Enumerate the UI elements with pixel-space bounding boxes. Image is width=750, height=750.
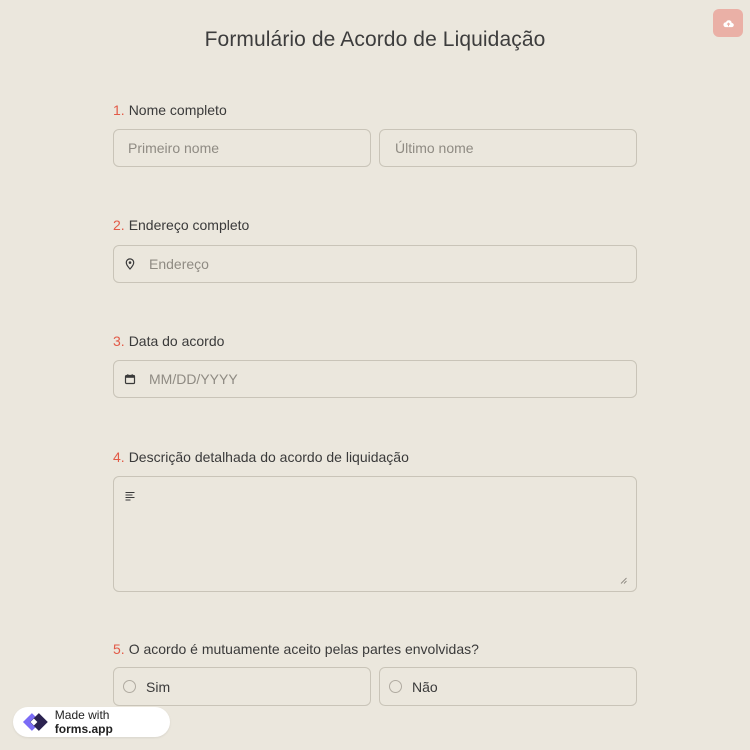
- question-number: 5.: [113, 641, 125, 657]
- resize-handle-icon[interactable]: [620, 577, 627, 584]
- cloud-upload-icon: [722, 19, 734, 27]
- last-name-input[interactable]: [395, 140, 636, 156]
- forms-app-logo-icon: [22, 713, 48, 731]
- address-input[interactable]: [149, 256, 636, 272]
- question-label: 2. Endereço completo: [113, 217, 637, 233]
- upload-button[interactable]: [713, 9, 743, 37]
- badge-text: Made with forms.app: [55, 708, 170, 736]
- location-pin-icon: [125, 258, 135, 270]
- calendar-icon: [124, 374, 136, 385]
- radio-option-sim[interactable]: Sim: [113, 667, 371, 706]
- first-name-field[interactable]: [113, 129, 371, 167]
- badge-brand: forms.app: [54, 722, 113, 736]
- question-full-name: 1. Nome completo: [113, 102, 637, 118]
- question-date: 3. Data do acordo: [113, 333, 637, 349]
- radio-circle[interactable]: [123, 680, 136, 693]
- question-number: 1.: [113, 102, 125, 118]
- made-with-badge[interactable]: Made with forms.app: [13, 707, 170, 737]
- question-text: Descrição detalhada do acordo de liquida…: [128, 449, 409, 465]
- question-number: 2.: [113, 217, 125, 233]
- question-number: 4.: [113, 449, 125, 465]
- question-text: O acordo é mutuamente aceito pelas parte…: [128, 641, 479, 657]
- radio-label: Não: [412, 678, 438, 695]
- question-address: 2. Endereço completo: [113, 217, 637, 233]
- date-input[interactable]: [149, 371, 636, 387]
- badge-prefix: Made with: [54, 708, 110, 722]
- description-textarea[interactable]: [113, 476, 637, 592]
- question-text: Endereço completo: [128, 217, 250, 233]
- question-text: Data do acordo: [128, 333, 225, 349]
- radio-label: Sim: [146, 678, 171, 695]
- question-description: 4. Descrição detalhada do acordo de liqu…: [113, 449, 637, 465]
- text-lines-icon: [125, 491, 135, 501]
- question-text: Nome completo: [128, 102, 227, 118]
- question-label: 4. Descrição detalhada do acordo de liqu…: [113, 449, 637, 465]
- page-title: Formulário de Acordo de Liquidação: [204, 28, 546, 51]
- radio-circle[interactable]: [389, 680, 402, 693]
- last-name-field[interactable]: [379, 129, 637, 167]
- first-name-input[interactable]: [128, 140, 370, 156]
- radio-option-nao[interactable]: Não: [379, 667, 637, 706]
- question-label: 3. Data do acordo: [113, 333, 637, 349]
- question-number: 3.: [113, 333, 125, 349]
- question-label: 1. Nome completo: [113, 102, 637, 118]
- address-field[interactable]: [113, 245, 637, 283]
- question-mutual-agreement: 5. O acordo é mutuamente aceito pelas pa…: [113, 641, 637, 657]
- date-field[interactable]: [113, 360, 637, 398]
- question-label: 5. O acordo é mutuamente aceito pelas pa…: [113, 641, 637, 657]
